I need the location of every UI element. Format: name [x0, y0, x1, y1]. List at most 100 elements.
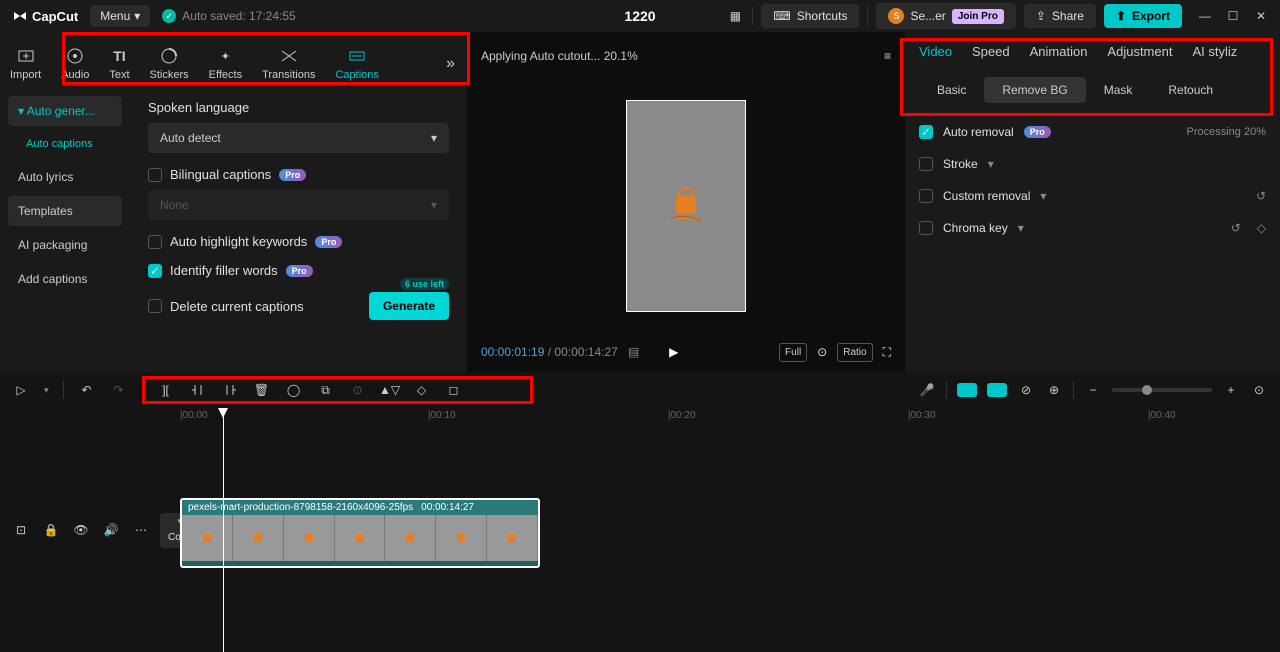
video-preview-area[interactable]	[467, 80, 905, 332]
shortcuts-button[interactable]: ⌨ Shortcuts	[761, 4, 859, 28]
timeline-tracks[interactable]: |00:00 |00:10 |00:20 |00:30 |00:40 pexel…	[178, 408, 1280, 652]
fullscreen-icon[interactable]: ⛶	[883, 345, 891, 360]
filler-checkbox[interactable]: ✓	[148, 264, 162, 278]
processing-status: Processing 20%	[1187, 126, 1267, 138]
lock-icon[interactable]: 🔒	[42, 521, 60, 539]
marker-tool[interactable]: ◯	[285, 381, 303, 399]
toggle-1[interactable]	[957, 383, 977, 397]
tab-ai-styliz[interactable]: AI styliz	[1192, 44, 1237, 59]
stickers-tab[interactable]: Stickers	[140, 47, 199, 81]
mic-icon[interactable]: 🎤	[918, 381, 936, 399]
sidebar-item-auto-gen[interactable]: ▾ Auto gener...	[8, 96, 122, 126]
track-layout-icon[interactable]: ⊡	[12, 521, 30, 539]
title-bar: CapCut Menu ▾ ✓ Auto saved: 17:24:55 122…	[0, 0, 1280, 32]
expand-tabs-button[interactable]: »	[446, 55, 455, 73]
share-button[interactable]: ⇪ Share	[1024, 4, 1096, 28]
auto-removal-checkbox[interactable]: ✓	[919, 125, 933, 139]
align-icon[interactable]: ⊕	[1045, 381, 1063, 399]
layout-icon[interactable]: ▦	[726, 7, 744, 25]
chroma-key-checkbox[interactable]	[919, 221, 933, 235]
captions-tab[interactable]: Captions	[325, 47, 388, 81]
subtab-mask[interactable]: Mask	[1086, 77, 1151, 103]
sidebar-item-templates[interactable]: Templates	[8, 196, 122, 226]
subtab-retouch[interactable]: Retouch	[1150, 77, 1231, 103]
import-tab[interactable]: Import	[0, 47, 51, 81]
delete-tool[interactable]: 🗑	[253, 381, 271, 399]
audio-tab[interactable]: Audio	[51, 47, 99, 81]
bilingual-checkbox[interactable]	[148, 168, 162, 182]
transitions-tab[interactable]: Transitions	[252, 47, 325, 81]
chevron-down-icon[interactable]: ▾	[44, 385, 49, 396]
tab-animation[interactable]: Animation	[1030, 44, 1088, 59]
video-frame	[626, 100, 746, 312]
sidebar-item-ai-packaging[interactable]: AI packaging	[8, 230, 122, 260]
speed-tool[interactable]: ⊙	[349, 381, 367, 399]
sidebar-item-add-captions[interactable]: Add captions	[8, 264, 122, 294]
clip-thumbnail	[284, 515, 335, 561]
timeline-ruler[interactable]: |00:00 |00:10 |00:20 |00:30 |00:40	[178, 408, 1280, 428]
frames-icon[interactable]: ▤	[628, 345, 639, 359]
keyframe-nav-icon[interactable]: ◇	[1257, 221, 1266, 235]
share-icon: ⇪	[1036, 9, 1046, 23]
generate-button[interactable]: 6 use left Generate	[369, 292, 449, 320]
keyboard-icon: ⌨	[773, 9, 790, 23]
mirror-tool[interactable]: ▲▽	[381, 381, 399, 399]
selection-tool[interactable]: ▷	[12, 381, 30, 399]
captions-icon	[348, 47, 366, 65]
menu-button[interactable]: Menu ▾	[90, 5, 150, 27]
focus-icon[interactable]: ⊙	[817, 345, 827, 359]
tab-adjustment[interactable]: Adjustment	[1107, 44, 1172, 59]
delete-captions-checkbox[interactable]	[148, 299, 162, 313]
undo-button[interactable]: ↶	[78, 381, 96, 399]
copy-tool[interactable]: ⧉	[317, 381, 335, 399]
chevron-down-icon[interactable]: ▾	[1018, 221, 1024, 235]
user-button[interactable]: S Se...er Join Pro	[876, 3, 1015, 29]
ratio-button[interactable]: Ratio	[837, 343, 872, 362]
play-button[interactable]: ▶	[669, 345, 678, 359]
chevron-down-icon: ▾	[134, 9, 140, 23]
effects-tab[interactable]: ✦ Effects	[199, 47, 252, 81]
split-tool[interactable]: ]​[	[157, 381, 175, 399]
speaker-icon[interactable]: 🔊	[102, 521, 120, 539]
export-button[interactable]: ⬆ Export	[1104, 4, 1182, 28]
full-button[interactable]: Full	[779, 343, 807, 362]
zoom-out-button[interactable]: −	[1084, 381, 1102, 399]
more-icon[interactable]: ⋯	[132, 521, 150, 539]
spoken-language-label: Spoken language	[148, 100, 449, 115]
sidebar-item-auto-captions[interactable]: Auto captions	[8, 130, 122, 158]
reset-icon[interactable]: ↺	[1256, 189, 1266, 203]
fit-button[interactable]: ⊙	[1250, 381, 1268, 399]
subtab-basic[interactable]: Basic	[919, 77, 984, 103]
crop-tool[interactable]: ◻	[445, 381, 463, 399]
text-tab[interactable]: TI Text	[99, 47, 139, 81]
playhead[interactable]	[223, 408, 224, 652]
chevron-down-icon[interactable]: ▾	[988, 157, 994, 171]
video-clip[interactable]: pexels-mart-production-8798158-2160x4096…	[180, 498, 540, 568]
split-right-tool[interactable]	[221, 381, 239, 399]
tab-video[interactable]: Video	[919, 44, 952, 59]
highlight-checkbox[interactable]	[148, 235, 162, 249]
toggle-2[interactable]	[987, 383, 1007, 397]
zoom-slider[interactable]	[1112, 388, 1212, 392]
stroke-label: Stroke	[943, 157, 978, 171]
tab-speed[interactable]: Speed	[972, 44, 1010, 59]
zoom-in-button[interactable]: +	[1222, 381, 1240, 399]
join-pro-badge[interactable]: Join Pro	[952, 9, 1004, 24]
split-left-tool[interactable]	[189, 381, 207, 399]
maximize-button[interactable]: ☐	[1226, 9, 1240, 23]
minimize-button[interactable]: —	[1198, 9, 1212, 23]
spoken-language-select[interactable]: Auto detect ▾	[148, 123, 449, 153]
redo-button[interactable]: ↷	[110, 381, 128, 399]
chevron-down-icon[interactable]: ▾	[1040, 189, 1046, 203]
timecode: 00:00:01:19 / 00:00:14:27	[481, 345, 618, 359]
stroke-checkbox[interactable]	[919, 157, 933, 171]
rotate-tool[interactable]: ◇	[413, 381, 431, 399]
close-button[interactable]: ✕	[1254, 9, 1268, 23]
sidebar-item-auto-lyrics[interactable]: Auto lyrics	[8, 162, 122, 192]
eye-icon[interactable]: 👁	[72, 521, 90, 539]
preview-menu-icon[interactable]: ≡	[884, 49, 891, 63]
reset-icon[interactable]: ↺	[1231, 221, 1241, 235]
subtab-remove-bg[interactable]: Remove BG	[984, 77, 1085, 103]
custom-removal-checkbox[interactable]	[919, 189, 933, 203]
link-icon[interactable]: ⊘	[1017, 381, 1035, 399]
